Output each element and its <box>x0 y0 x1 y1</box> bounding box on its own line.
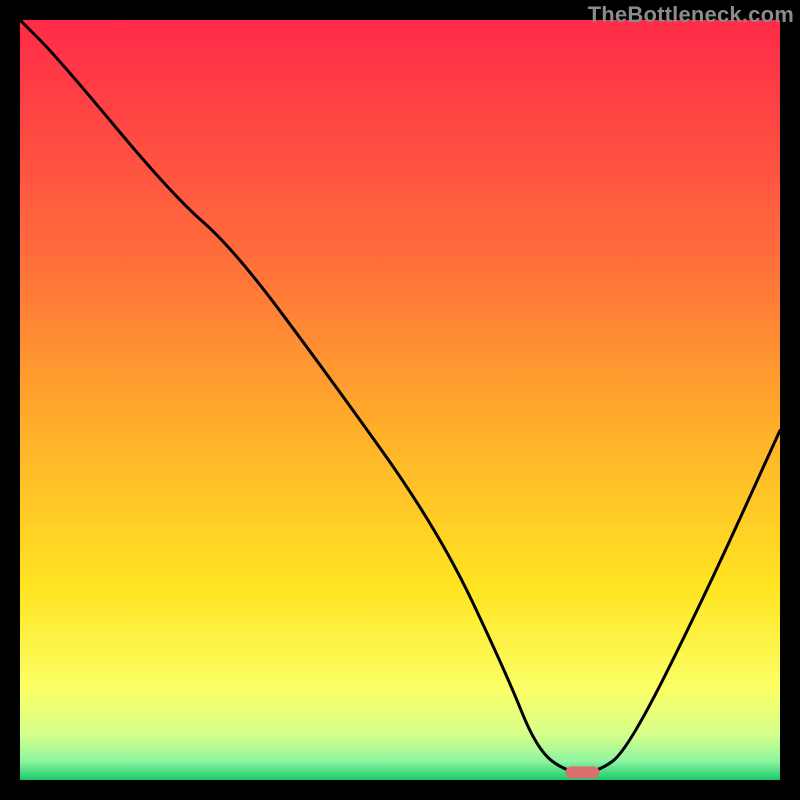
gradient-background <box>20 20 780 780</box>
optimal-marker <box>565 766 599 778</box>
chart-frame <box>20 20 780 780</box>
watermark-text: TheBottleneck.com <box>588 2 794 28</box>
chart-svg <box>20 20 780 780</box>
